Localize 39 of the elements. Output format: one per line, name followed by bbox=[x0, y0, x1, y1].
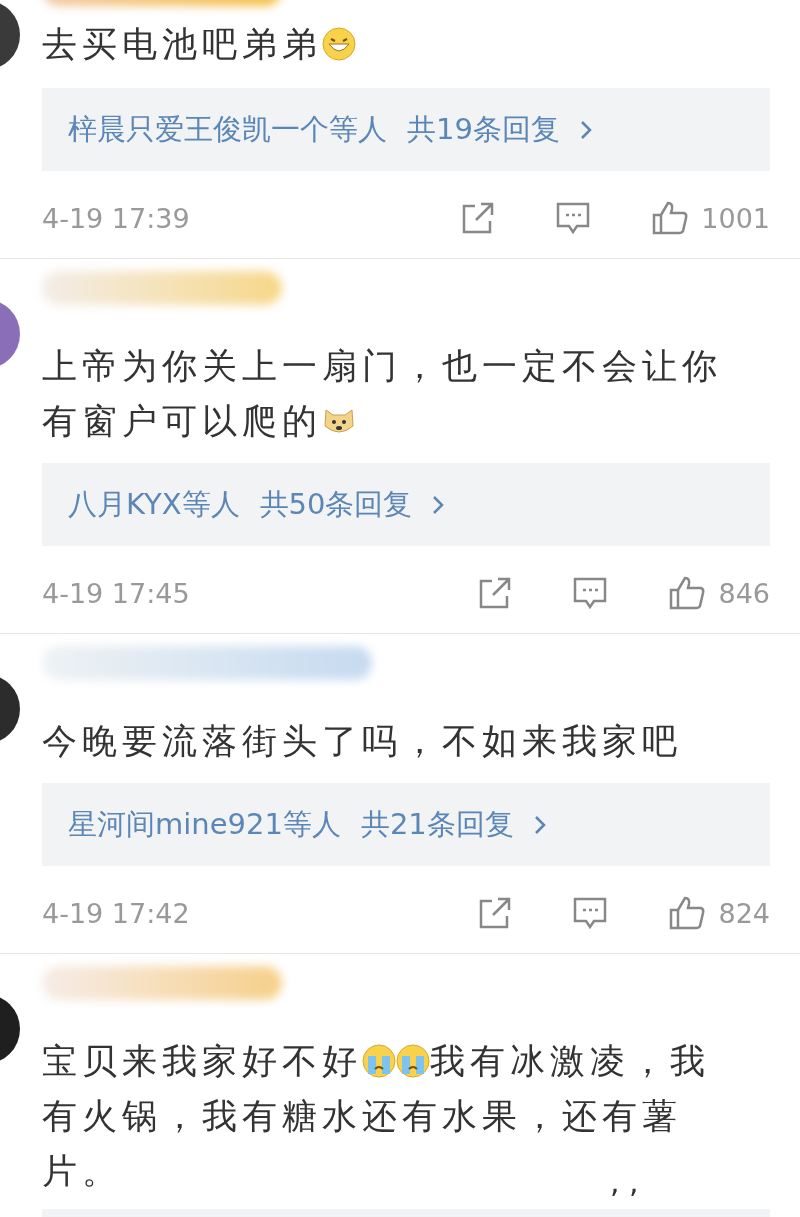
comment-icon[interactable] bbox=[572, 896, 609, 930]
like-count: 824 bbox=[718, 897, 770, 929]
reply-users: 星河间mine921等人 bbox=[68, 805, 341, 843]
comment-time: 4-19 17:42 bbox=[42, 897, 191, 929]
comment-time: 4-19 17:45 bbox=[42, 577, 191, 609]
like-count: 846 bbox=[718, 577, 770, 609]
reply-users: 八月KYX等人 bbox=[68, 485, 240, 523]
comment-text: 我有冰激凌，我 bbox=[430, 1041, 710, 1081]
share-icon[interactable] bbox=[478, 896, 513, 930]
grinning-face-icon bbox=[322, 27, 356, 61]
comment-text: 有火锅，我有糖水还有水果，还有薯 bbox=[42, 1095, 683, 1138]
share-icon[interactable] bbox=[478, 576, 513, 610]
comment-icon[interactable] bbox=[572, 576, 609, 610]
thumbs-up-icon[interactable] bbox=[668, 895, 707, 931]
comment-text: 今晚要流落街头了吗，不如来我家吧 bbox=[42, 721, 682, 761]
chevron-right-icon bbox=[533, 814, 546, 835]
replies-box[interactable]: 星河间mine921等人 共21条回复 bbox=[42, 783, 770, 866]
comment-icon[interactable] bbox=[555, 201, 592, 235]
comment-text: 上帝为你关上一扇门，也一定不会让你 bbox=[42, 345, 723, 388]
like-count: 1001 bbox=[701, 202, 770, 234]
reply-count: 共19条回复 bbox=[407, 110, 560, 148]
thumbs-up-icon[interactable] bbox=[668, 575, 707, 611]
comment-text: 去买电池吧弟弟 bbox=[42, 24, 322, 64]
reply-users: 梓晨只爱王俊凯一个等人 bbox=[68, 110, 387, 148]
comment-text: 有窗户可以爬的 bbox=[42, 401, 322, 441]
replies-box[interactable]: 梓晨只爱王俊凯一个等人 共19条回复 bbox=[42, 88, 770, 171]
replies-box[interactable]: 八月KYX等人 共50条回复 bbox=[42, 463, 770, 546]
crying-face-icon bbox=[362, 1044, 396, 1078]
reply-count: 共50条回复 bbox=[259, 485, 413, 523]
comment-text: 宝贝来我家好不好 bbox=[42, 1041, 362, 1081]
chevron-right-icon bbox=[579, 119, 592, 140]
comment-time: 4-19 17:39 bbox=[42, 202, 191, 234]
chevron-right-icon bbox=[432, 494, 445, 515]
share-icon[interactable] bbox=[461, 201, 496, 235]
reply-count: 共21条回复 bbox=[360, 805, 514, 843]
stray-marks: , , bbox=[610, 1164, 639, 1199]
thumbs-up-icon[interactable] bbox=[651, 200, 690, 236]
comment-text: 片。 bbox=[42, 1151, 122, 1191]
crying-face-icon bbox=[396, 1044, 430, 1078]
